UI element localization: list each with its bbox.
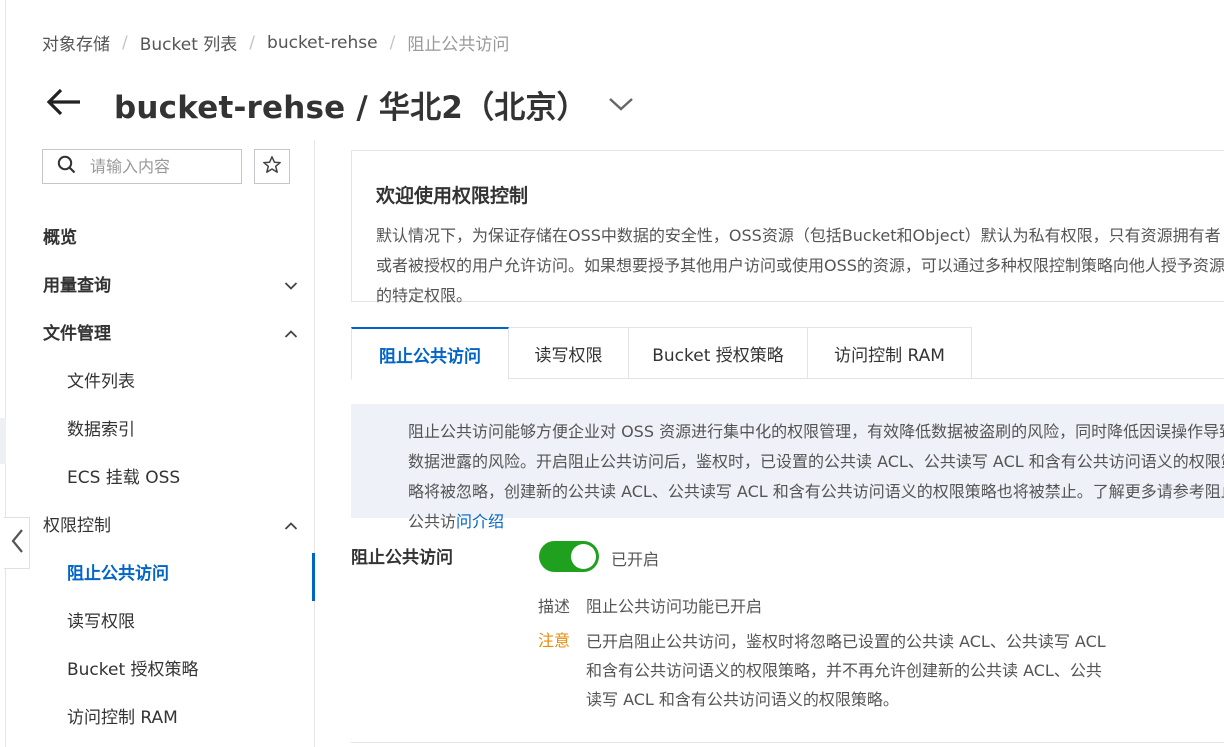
sidebar-item-bucket-policy[interactable]: Bucket 授权策略	[6, 643, 314, 691]
next-section-edge	[351, 742, 1224, 747]
sidebar-item-data-index[interactable]: 数据索引	[6, 403, 314, 451]
sidebar-search	[42, 149, 242, 184]
sidebar-item-block-public-access[interactable]: 阻止公共访问	[6, 547, 315, 601]
sidebar-item-ecs-mount[interactable]: ECS 挂载 OSS	[6, 451, 314, 499]
tab-bucket-policy[interactable]: Bucket 授权策略	[629, 327, 808, 379]
sidebar-item-label: 文件管理	[43, 323, 111, 344]
chevron-up-icon	[284, 324, 298, 344]
page-header: bucket-rehse / 华北2（北京）	[44, 80, 634, 128]
sidebar-item-ram[interactable]: 访问控制 RAM	[6, 691, 314, 739]
sidebar-item-read-write-acl[interactable]: 读写权限	[6, 595, 314, 643]
search-input[interactable]	[90, 157, 230, 176]
chevron-up-icon	[284, 516, 298, 536]
info-notice: 阻止公共访问能够方便企业对 OSS 资源进行集中化的权限管理，有效降低数据被盗刷…	[351, 404, 1224, 531]
star-icon	[262, 155, 282, 179]
notice-body: 阻止公共访问能够方便企业对 OSS 资源进行集中化的权限管理，有效降低数据被盗刷…	[408, 422, 1224, 531]
description-row: 描述 阻止公共访问功能已开启	[538, 592, 762, 621]
sidebar-item-label: 权限控制	[43, 515, 111, 536]
search-icon	[57, 155, 76, 178]
toggle-state-text: 已开启	[611, 550, 660, 569]
arrow-left-icon	[46, 87, 82, 121]
sidebar-item-label: 读写权限	[67, 611, 135, 632]
back-button[interactable]	[44, 84, 84, 124]
sidebar: 概览 用量查询 文件管理 文件列表 数据索引 ECS 挂载 OSS 权限控制 阻…	[6, 140, 315, 747]
sidebar-item-label: 概览	[43, 227, 77, 248]
sidebar-item-access-control[interactable]: 权限控制	[6, 499, 314, 547]
sidebar-item-label: 用量查询	[43, 275, 111, 296]
block-public-access-toggle[interactable]	[539, 541, 599, 572]
block-public-access-label: 阻止公共访问	[351, 548, 453, 568]
sidebar-item-usage-query[interactable]: 用量查询	[6, 259, 314, 307]
welcome-title: 欢迎使用权限控制	[376, 185, 529, 207]
sidebar-item-label: 阻止公共访问	[67, 563, 169, 584]
note-value: 已开启阻止公共访问，鉴权时将忽略已设置的公共读 ACL、公共读写 ACL 和含有…	[586, 632, 1106, 709]
learn-more-link[interactable]: 问介绍	[456, 512, 504, 531]
note-row: 注意	[538, 626, 586, 655]
sidebar-item-overview[interactable]: 概览	[6, 211, 314, 259]
region-switch-dropdown[interactable]	[608, 96, 634, 112]
breadcrumb-separator: /	[389, 32, 396, 53]
chevron-down-icon	[609, 98, 633, 111]
description-value: 阻止公共访问功能已开启	[586, 597, 763, 616]
sidebar-item-label: 访问控制 RAM	[67, 707, 178, 728]
note-key: 注意	[538, 631, 571, 650]
welcome-card: 欢迎使用权限控制 默认情况下，为保证存储在OSS中数据的安全性，OSS资源（包括…	[351, 150, 1224, 305]
breadcrumb-object-storage[interactable]: 对象存储	[42, 30, 110, 55]
tab-ram[interactable]: 访问控制 RAM	[808, 327, 972, 379]
sidebar-item-label: ECS 挂载 OSS	[67, 467, 181, 488]
breadcrumb-separator: /	[249, 32, 256, 53]
tab-bar: 阻止公共访问 读写权限 Bucket 授权策略 访问控制 RAM	[351, 327, 1224, 380]
tab-read-write-acl[interactable]: 读写权限	[509, 327, 629, 379]
chevron-down-icon	[284, 276, 298, 296]
sidebar-item-label: Bucket 授权策略	[67, 659, 199, 680]
favorite-button[interactable]	[254, 149, 290, 184]
sidebar-item-label: 文件列表	[67, 371, 135, 392]
tab-block-public-access[interactable]: 阻止公共访问	[351, 327, 509, 380]
breadcrumb-separator: /	[122, 32, 128, 53]
toggle-knob	[571, 544, 596, 569]
breadcrumb-current: 阻止公共访问	[407, 35, 510, 55]
sidebar-item-label: 数据索引	[67, 419, 135, 440]
sidebar-item-file-list[interactable]: 文件列表	[6, 355, 314, 403]
breadcrumb-bucket[interactable]: bucket-rehse	[267, 33, 378, 53]
breadcrumb-bucket-list[interactable]: Bucket 列表	[140, 30, 238, 55]
description-key: 描述	[538, 597, 571, 616]
page-title: bucket-rehse / 华北2（北京）	[114, 89, 588, 126]
welcome-text: 默认情况下，为保证存储在OSS中数据的安全性，OSS资源（包括Bucket和Ob…	[376, 226, 1224, 305]
sidebar-item-file-management[interactable]: 文件管理	[6, 307, 314, 355]
notice-text: 阻止公共访问能够方便企业对 OSS 资源进行集中化的权限管理，有效降低数据被盗刷…	[408, 417, 1224, 537]
breadcrumb: 对象存储 / Bucket 列表 / bucket-rehse / 阻止公共访问	[42, 30, 510, 56]
